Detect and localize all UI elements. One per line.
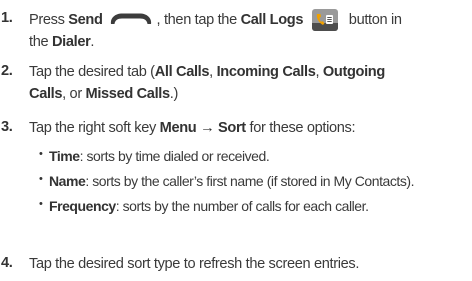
option-desc: : sorts by the caller’s first name (if s… [85,173,415,189]
bullet: • [39,173,43,185]
menu-sort-label: Menu → Sort [159,120,247,136]
dialer-label: Dialer [51,34,91,50]
tab-all-calls: All Calls [154,64,210,80]
tab-incoming-calls: Incoming Calls [216,64,316,80]
step-4-line-1: Tap the desired sort type to refresh the… [29,256,360,272]
bullet: • [39,198,43,210]
step-number: 2. [1,63,13,79]
option-term: Frequency [49,198,116,214]
step-number: 1. [1,10,13,26]
option-term: Time [49,148,80,164]
send-key-icon [107,9,155,29]
option-term: Name [49,173,86,189]
step-number: 3. [1,119,13,135]
call-logs-label: Call Logs [240,12,304,28]
send-key-label: Send [68,12,103,28]
sort-option-frequency: • Frequency: sorts by the number of call… [0,197,472,217]
step-number: 4. [1,255,13,271]
sort-option-name: • Name: sorts by the caller’s first name… [0,172,472,192]
tab-outgoing-calls-part-1: Outgoing [322,64,385,80]
tab-missed-calls: Missed Calls [85,86,171,102]
instruction-page: 1. Press Send , then tap the Call Logs b… [0,0,472,281]
step-2-line-1: Tap the desired tab (All Calls, Incoming… [29,64,385,80]
sort-option-time: • Time: sorts by time dialed or received… [0,147,472,167]
step-2-line-2: Calls, or Missed Calls.) [29,86,178,102]
call-logs-icon [312,9,339,31]
bullet: • [39,148,43,160]
option-desc: : sorts by the number of calls for each … [115,198,369,214]
step-3-line-1: Tap the right soft key Menu → Sort for t… [29,120,356,136]
tab-outgoing-calls-part-2: Calls [29,86,63,102]
step-1-line-1: Press Send , then tap the Call Logs butt… [29,9,402,31]
step-1-line-2: the Dialer. [29,34,95,50]
option-desc: : sorts by time dialed or received. [79,148,270,164]
